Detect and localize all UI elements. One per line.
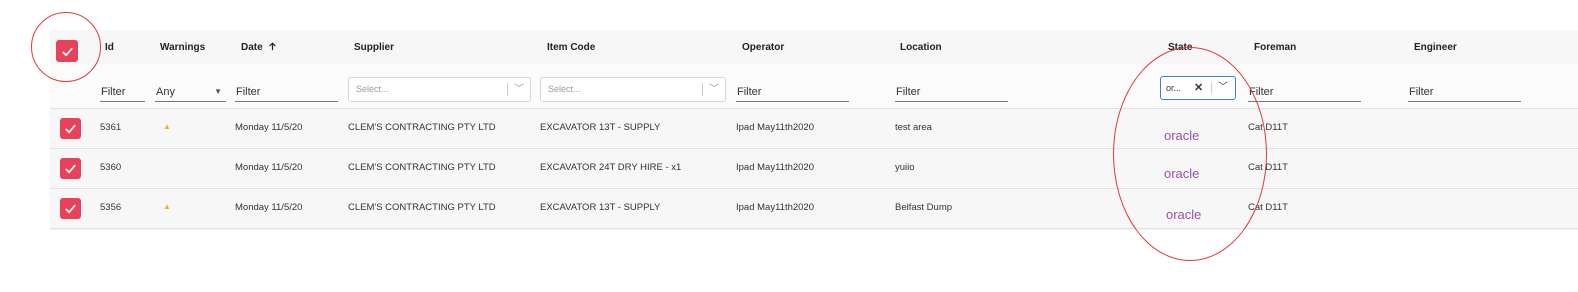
annotation-circle-state-column — [1113, 47, 1267, 261]
foreman-filter-input[interactable]: Filter — [1248, 84, 1361, 102]
column-header-location[interactable]: Location — [900, 42, 942, 53]
cell-id: 5360 — [100, 162, 122, 173]
cell-item-code: EXCAVATOR 13T - SUPPLY — [540, 122, 661, 133]
cell-date: Monday 11/5/20 — [235, 122, 303, 133]
column-header-supplier[interactable]: Supplier — [354, 42, 394, 53]
check-icon — [65, 204, 76, 214]
cell-supplier: CLEM'S CONTRACTING PTY LTD — [348, 202, 496, 213]
row-checkbox[interactable] — [60, 198, 81, 219]
warning-triangle-icon: ▲ — [163, 202, 171, 211]
warning-triangle-icon: ▲ — [163, 122, 171, 131]
cell-operator: Ipad May11th2020 — [736, 162, 814, 173]
column-header-foreman[interactable]: Foreman — [1254, 42, 1296, 53]
row-checkbox[interactable] — [60, 118, 81, 139]
cell-location: test area — [895, 122, 932, 133]
cell-operator: Ipad May11th2020 — [736, 122, 814, 133]
cell-id: 5361 — [100, 122, 122, 133]
item-code-filter-select[interactable]: Select... ﹀ — [540, 77, 726, 102]
column-header-warnings[interactable]: Warnings — [160, 42, 205, 53]
select-divider — [702, 83, 703, 96]
column-header-date-label: Date — [241, 42, 263, 53]
check-icon — [65, 164, 76, 174]
table-row[interactable]: 5360 Monday 11/5/20 CLEM'S CONTRACTING P… — [50, 149, 1578, 189]
row-checkbox[interactable] — [60, 158, 81, 179]
data-grid: Id Warnings Date Supplier Item Code Oper… — [50, 30, 1578, 230]
supplier-filter-select[interactable]: Select... ﹀ — [348, 77, 531, 102]
column-header-item-code[interactable]: Item Code — [547, 42, 595, 53]
cell-supplier: CLEM'S CONTRACTING PTY LTD — [348, 162, 496, 173]
filter-row: Filter Any ▼ Filter Select... ﹀ Select..… — [50, 64, 1578, 109]
column-header-operator[interactable]: Operator — [742, 42, 784, 53]
cell-id: 5356 — [100, 202, 122, 213]
table-row[interactable]: 5356 ▲ Monday 11/5/20 CLEM'S CONTRACTING… — [50, 189, 1578, 229]
warnings-filter-select[interactable]: Any ▼ — [155, 84, 226, 102]
item-code-filter-placeholder: Select... — [548, 84, 581, 94]
warnings-filter-value: Any — [156, 86, 175, 98]
chevron-down-icon[interactable]: ﹀ — [514, 78, 524, 101]
engineer-filter-input[interactable]: Filter — [1408, 84, 1521, 102]
cell-supplier: CLEM'S CONTRACTING PTY LTD — [348, 122, 496, 133]
caret-down-icon: ▼ — [214, 87, 222, 96]
cell-date: Monday 11/5/20 — [235, 162, 303, 173]
column-header-engineer[interactable]: Engineer — [1414, 42, 1457, 53]
annotation-circle-select-all — [31, 12, 101, 82]
id-filter-input[interactable]: Filter — [100, 84, 145, 102]
cell-operator: Ipad May11th2020 — [736, 202, 814, 213]
cell-date: Monday 11/5/20 — [235, 202, 303, 213]
location-filter-input[interactable]: Filter — [895, 84, 1008, 102]
operator-filter-input[interactable]: Filter — [736, 84, 849, 102]
cell-location: yuiio — [895, 162, 915, 173]
grid-header: Id Warnings Date Supplier Item Code Oper… — [50, 30, 1578, 64]
date-filter-input[interactable]: Filter — [235, 84, 338, 102]
column-header-id[interactable]: Id — [105, 42, 114, 53]
cell-location: Belfast Dump — [895, 202, 953, 213]
table-row[interactable]: 5361 ▲ Monday 11/5/20 CLEM'S CONTRACTING… — [50, 109, 1578, 149]
select-divider — [507, 83, 508, 96]
column-header-date[interactable]: Date — [241, 42, 277, 53]
supplier-filter-placeholder: Select... — [356, 84, 389, 94]
check-icon — [65, 124, 76, 134]
cell-item-code: EXCAVATOR 24T DRY HIRE - x1 — [540, 162, 682, 173]
chevron-down-icon[interactable]: ﹀ — [709, 78, 719, 101]
arrow-up-icon — [269, 42, 277, 51]
cell-item-code: EXCAVATOR 13T - SUPPLY — [540, 202, 661, 213]
